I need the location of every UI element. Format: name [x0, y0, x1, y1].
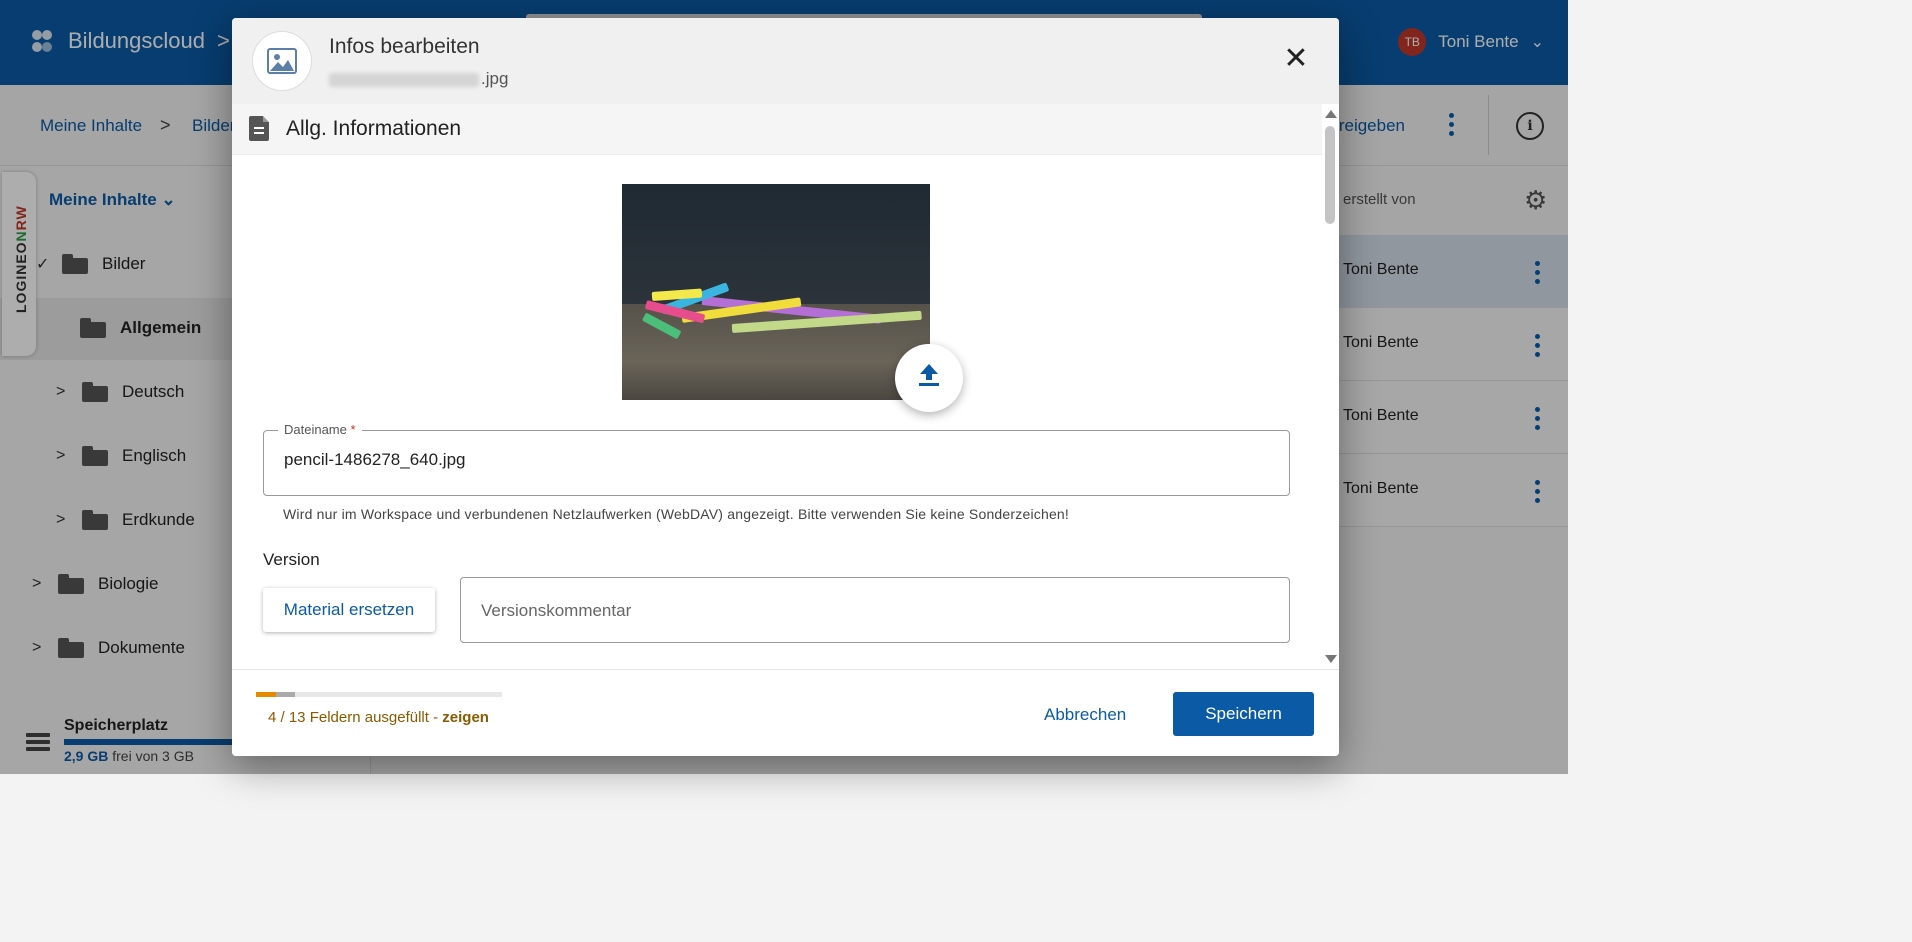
version-comment-field [460, 577, 1290, 643]
replace-material-button[interactable]: Material ersetzen [263, 588, 435, 632]
progress-secondary-fill [275, 692, 296, 697]
section-header[interactable]: Allg. Informationen [232, 104, 1322, 155]
upload-image-button[interactable] [895, 344, 963, 412]
filename-hint: Wird nur im Workspace und verbundenen Ne… [283, 506, 1070, 522]
version-comment-input[interactable] [479, 600, 1273, 622]
section-title: Allg. Informationen [286, 117, 462, 140]
version-label: Version [263, 550, 320, 569]
scroll-down-icon[interactable] [1325, 655, 1337, 663]
blurred-filename [329, 72, 479, 87]
close-icon[interactable]: ✕ [1283, 44, 1309, 74]
cancel-button[interactable]: Abbrechen [1044, 705, 1126, 725]
dialog-title: Infos bearbeiten [329, 35, 480, 58]
show-fields-link[interactable]: zeigen [442, 709, 489, 726]
scroll-thumb[interactable] [1325, 126, 1335, 224]
completion-progress [256, 692, 502, 697]
dialog-scrollbar[interactable] [1322, 104, 1339, 669]
document-icon [249, 116, 269, 141]
dialog-subtitle: .jpg [329, 69, 508, 89]
filename-label: Dateiname * [278, 422, 362, 437]
filename-input[interactable] [282, 449, 1266, 471]
progress-fill [256, 692, 276, 697]
dialog-footer: 4 / 13 Feldern ausgefüllt - zeigen Abbre… [232, 669, 1339, 756]
image-file-icon [252, 31, 312, 91]
save-button[interactable]: Speichern [1173, 692, 1314, 736]
scroll-up-icon[interactable] [1325, 110, 1337, 118]
filename-field: Dateiname * [263, 422, 1290, 496]
dialog-body: Allg. Informationen Dateiname * Wird nur… [232, 104, 1322, 669]
image-preview [622, 184, 930, 400]
dialog-header: Infos bearbeiten .jpg ✕ [232, 18, 1339, 105]
completion-text: 4 / 13 Feldern ausgefüllt - zeigen [268, 709, 489, 726]
edit-info-dialog: Infos bearbeiten .jpg ✕ Allg. Informatio… [232, 18, 1339, 756]
